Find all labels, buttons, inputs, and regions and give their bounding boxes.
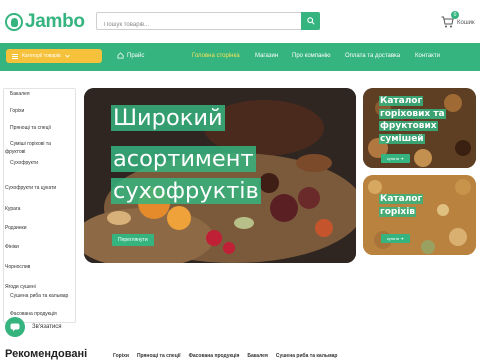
search-icon: [306, 17, 315, 25]
nav-item-home[interactable]: Головна сторінка: [192, 53, 240, 59]
search-button[interactable]: [301, 12, 320, 30]
tab-dried-fish[interactable]: Сушена риба та кальмар: [276, 353, 338, 359]
logo-text: Jambo: [25, 11, 85, 32]
hero-title-line: Широкий: [111, 105, 225, 131]
category-item[interactable]: Горіхи: [10, 108, 24, 114]
chat-label: Зв'язатися: [32, 324, 62, 330]
nut-fruit-mix-banner[interactable]: Каталог горіхових та фруктових сумішей к…: [363, 88, 476, 168]
hero-banner[interactable]: Широкий асортимент сухофруктів Перегляну…: [84, 88, 356, 263]
arrow-right-icon: ➜: [400, 156, 404, 161]
categories-menu-label: Категорії товарів: [22, 53, 61, 59]
category-item[interactable]: Сухофрукти: [10, 160, 38, 166]
cart-button[interactable]: 0 Кошик: [441, 11, 475, 33]
nuts-catalog-banner[interactable]: Каталог горіхів купити ➜: [363, 175, 476, 255]
logo-icon: [5, 13, 23, 31]
chat-button[interactable]: [5, 317, 25, 337]
cart-count-badge: 0: [451, 11, 459, 19]
hero-title-line: сухофруктів: [111, 178, 261, 204]
categories-menu-button[interactable]: Категорії товарів: [6, 49, 102, 63]
category-item[interactable]: Прянощі та спеції: [10, 125, 51, 131]
category-item[interactable]: Бакалея: [10, 91, 30, 97]
category-item[interactable]: Фініки: [5, 244, 19, 250]
menu-icon: [12, 53, 18, 59]
nav-item-price[interactable]: Прайс: [127, 53, 144, 59]
search-box: [96, 12, 320, 33]
category-item[interactable]: Чорнослив: [5, 264, 30, 270]
tab-grocery[interactable]: Бакалея: [247, 353, 267, 359]
buy-button[interactable]: купити ➜: [381, 234, 410, 243]
nav-item-contacts[interactable]: Контакти: [415, 53, 440, 59]
recommended-tabs: Горіхи Прянощі та спеції Фасована продук…: [113, 353, 337, 359]
logo[interactable]: Jambo: [5, 11, 85, 33]
home-icon: [117, 52, 124, 59]
buy-button-label: купити: [387, 156, 400, 161]
category-item[interactable]: Курага: [5, 206, 20, 212]
category-item[interactable]: Родзинки: [5, 225, 27, 231]
banner-title: Каталог горіхових та фруктових сумішей: [379, 96, 446, 144]
nav-item-shop[interactable]: Магазин: [255, 53, 278, 59]
cart-label: Кошик: [457, 20, 475, 26]
tab-spices[interactable]: Прянощі та спеції: [137, 353, 181, 359]
tab-nuts[interactable]: Горіхи: [113, 353, 129, 359]
hero-view-button[interactable]: Переглянути: [112, 234, 154, 246]
category-item[interactable]: Фасована продукція: [10, 311, 57, 317]
recommended-title: Рекомендовані: [5, 348, 88, 360]
hero-title-line: асортимент: [111, 146, 256, 172]
buy-button-label: купити: [387, 236, 400, 241]
tab-packaged[interactable]: Фасована продукція: [189, 353, 240, 359]
category-item[interactable]: Сухофрукти та цукати: [5, 185, 56, 191]
nav-item-about[interactable]: Про компанію: [292, 53, 331, 59]
main-nav: Категорії товарів Прайс Головна сторінка…: [0, 43, 480, 71]
search-input[interactable]: [97, 17, 297, 33]
page: Jambo 0 Кошик Категорії товарів Прайс Го…: [0, 0, 480, 360]
category-item[interactable]: Сушена риба та кальмар: [5, 292, 71, 300]
nav-item-payment-delivery[interactable]: Оплата та доставка: [345, 53, 400, 59]
category-item[interactable]: Ягоди сушені: [5, 284, 36, 290]
category-item[interactable]: Суміші горіхові та фруктові: [5, 140, 71, 156]
arrow-right-icon: ➜: [400, 236, 404, 241]
chevron-down-icon: [64, 54, 70, 58]
buy-button[interactable]: купити ➜: [381, 154, 410, 163]
banner-title: Каталог горіхів: [379, 194, 424, 217]
chat-icon: [10, 323, 20, 331]
category-menu: Бакалея Горіхи Прянощі та спеції Суміші …: [3, 88, 76, 323]
